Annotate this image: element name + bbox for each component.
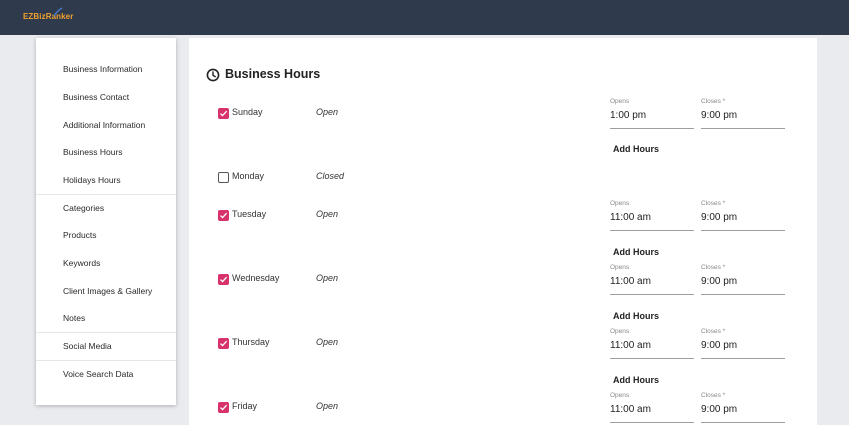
sidebar-item-label: Business Information <box>63 64 143 74</box>
sidebar-item-label: Products <box>63 230 97 240</box>
day-name: Wednesday <box>232 273 280 283</box>
sidebar-item-label: Business Contact <box>63 92 130 102</box>
sidebar-item-business-contact[interactable]: Business Contact <box>36 84 176 111</box>
day-name: Sunday <box>232 107 263 117</box>
sidebar-item-label: Social Media <box>63 341 112 351</box>
top-bar: EZBizRanker <box>0 0 849 35</box>
sidebar-item-business-information[interactable]: Business Information <box>36 56 176 83</box>
day-status: Closed <box>316 171 345 181</box>
opens-label: Opens <box>610 328 630 335</box>
opens-label: Opens <box>610 264 630 271</box>
checkbox-unchecked-icon[interactable] <box>218 172 229 183</box>
checkbox-checked-icon[interactable] <box>218 274 229 285</box>
closes-value: 9:00 pm <box>701 110 738 121</box>
sidebar-item-label: Categories <box>63 203 105 213</box>
closes-label: Closes * <box>701 200 726 207</box>
opens-time-field[interactable]: Opens 11:00 am <box>610 392 694 423</box>
opens-time-field[interactable]: Opens 1:00 pm <box>610 98 694 129</box>
page-title: Business Hours <box>225 67 321 81</box>
sidebar-item-categories[interactable]: Categories <box>36 195 176 222</box>
opens-value: 11:00 am <box>610 404 651 415</box>
checkbox-checked-icon[interactable] <box>218 210 229 221</box>
sidebar-item-voice-search-data[interactable]: Voice Search Data <box>36 361 176 388</box>
opens-value: 11:00 am <box>610 212 651 223</box>
sidebar-item-keywords[interactable]: Keywords <box>36 250 176 277</box>
app-logo[interactable]: EZBizRanker <box>23 7 74 21</box>
closes-label: Closes * <box>701 264 726 271</box>
add-hours-button[interactable]: Add Hours <box>613 144 659 154</box>
closes-time-field[interactable]: Closes * 9:00 pm <box>701 264 785 295</box>
sidebar-item-label: Notes <box>63 313 86 323</box>
sidebar-item-label: Holidays Hours <box>63 175 121 185</box>
opens-label: Opens <box>610 200 630 207</box>
closes-label: Closes * <box>701 98 726 105</box>
closes-time-field[interactable]: Closes * 9:00 pm <box>701 98 785 129</box>
clock-icon <box>206 68 220 82</box>
sidebar-item-label: Business Hours <box>63 147 123 157</box>
logo-swoosh-icon <box>53 7 63 17</box>
day-status: Open <box>316 273 339 283</box>
closes-value: 9:00 pm <box>701 404 738 415</box>
sidebar-item-notes[interactable]: Notes <box>36 305 176 332</box>
day-name: Tuesday <box>232 209 267 219</box>
sidebar-item-label: Keywords <box>63 258 101 268</box>
day-name: Monday <box>232 171 265 181</box>
closes-label: Closes * <box>701 328 726 335</box>
closes-value: 9:00 pm <box>701 276 738 287</box>
day-status: Open <box>316 337 339 347</box>
logo-text: EZBizRanker <box>23 12 74 21</box>
opens-time-field[interactable]: Opens 11:00 am <box>610 264 694 295</box>
closes-value: 9:00 pm <box>701 340 738 351</box>
sidebar-item-business-hours[interactable]: Business Hours <box>36 139 176 166</box>
day-status: Open <box>316 107 339 117</box>
sidebar-item-holidays-hours[interactable]: Holidays Hours <box>36 167 176 194</box>
closes-time-field[interactable]: Closes * 9:00 pm <box>701 328 785 359</box>
closes-time-field[interactable]: Closes * 9:00 pm <box>701 392 785 423</box>
opens-label: Opens <box>610 392 630 399</box>
opens-value: 11:00 am <box>610 276 651 287</box>
day-status: Open <box>316 401 339 411</box>
sidebar-item-label: Client Images & Gallery <box>63 286 153 296</box>
opens-label: Opens <box>610 98 630 105</box>
sidebar-item-social-media[interactable]: Social Media <box>36 333 176 360</box>
sidebar-item-client-images-gallery[interactable]: Client Images & Gallery <box>36 278 176 305</box>
day-name: Thursday <box>232 337 270 347</box>
closes-value: 9:00 pm <box>701 212 738 223</box>
checkbox-checked-icon[interactable] <box>218 338 229 349</box>
checkbox-checked-icon[interactable] <box>218 402 229 413</box>
opens-value: 1:00 pm <box>610 110 647 121</box>
day-name: Friday <box>232 401 258 411</box>
closes-time-field[interactable]: Closes * 9:00 pm <box>701 200 785 231</box>
add-hours-button[interactable]: Add Hours <box>613 311 659 321</box>
closes-label: Closes * <box>701 392 726 399</box>
opens-time-field[interactable]: Opens 11:00 am <box>610 200 694 231</box>
add-hours-button[interactable]: Add Hours <box>613 247 659 257</box>
business-hours-panel: Business Hours Sunday Open Opens 1:00 pm… <box>189 38 817 425</box>
sidebar-item-label: Voice Search Data <box>63 369 134 379</box>
opens-value: 11:00 am <box>610 340 651 351</box>
sidebar-item-additional-information[interactable]: Additional Information <box>36 112 176 139</box>
day-status: Open <box>316 209 339 219</box>
checkbox-checked-icon[interactable] <box>218 108 229 119</box>
sidebar-item-label: Additional Information <box>63 120 146 130</box>
add-hours-button[interactable]: Add Hours <box>613 375 659 385</box>
sidebar-nav: Business Information Business Contact Ad… <box>36 38 176 405</box>
sidebar-item-products[interactable]: Products <box>36 222 176 249</box>
opens-time-field[interactable]: Opens 11:00 am <box>610 328 694 359</box>
